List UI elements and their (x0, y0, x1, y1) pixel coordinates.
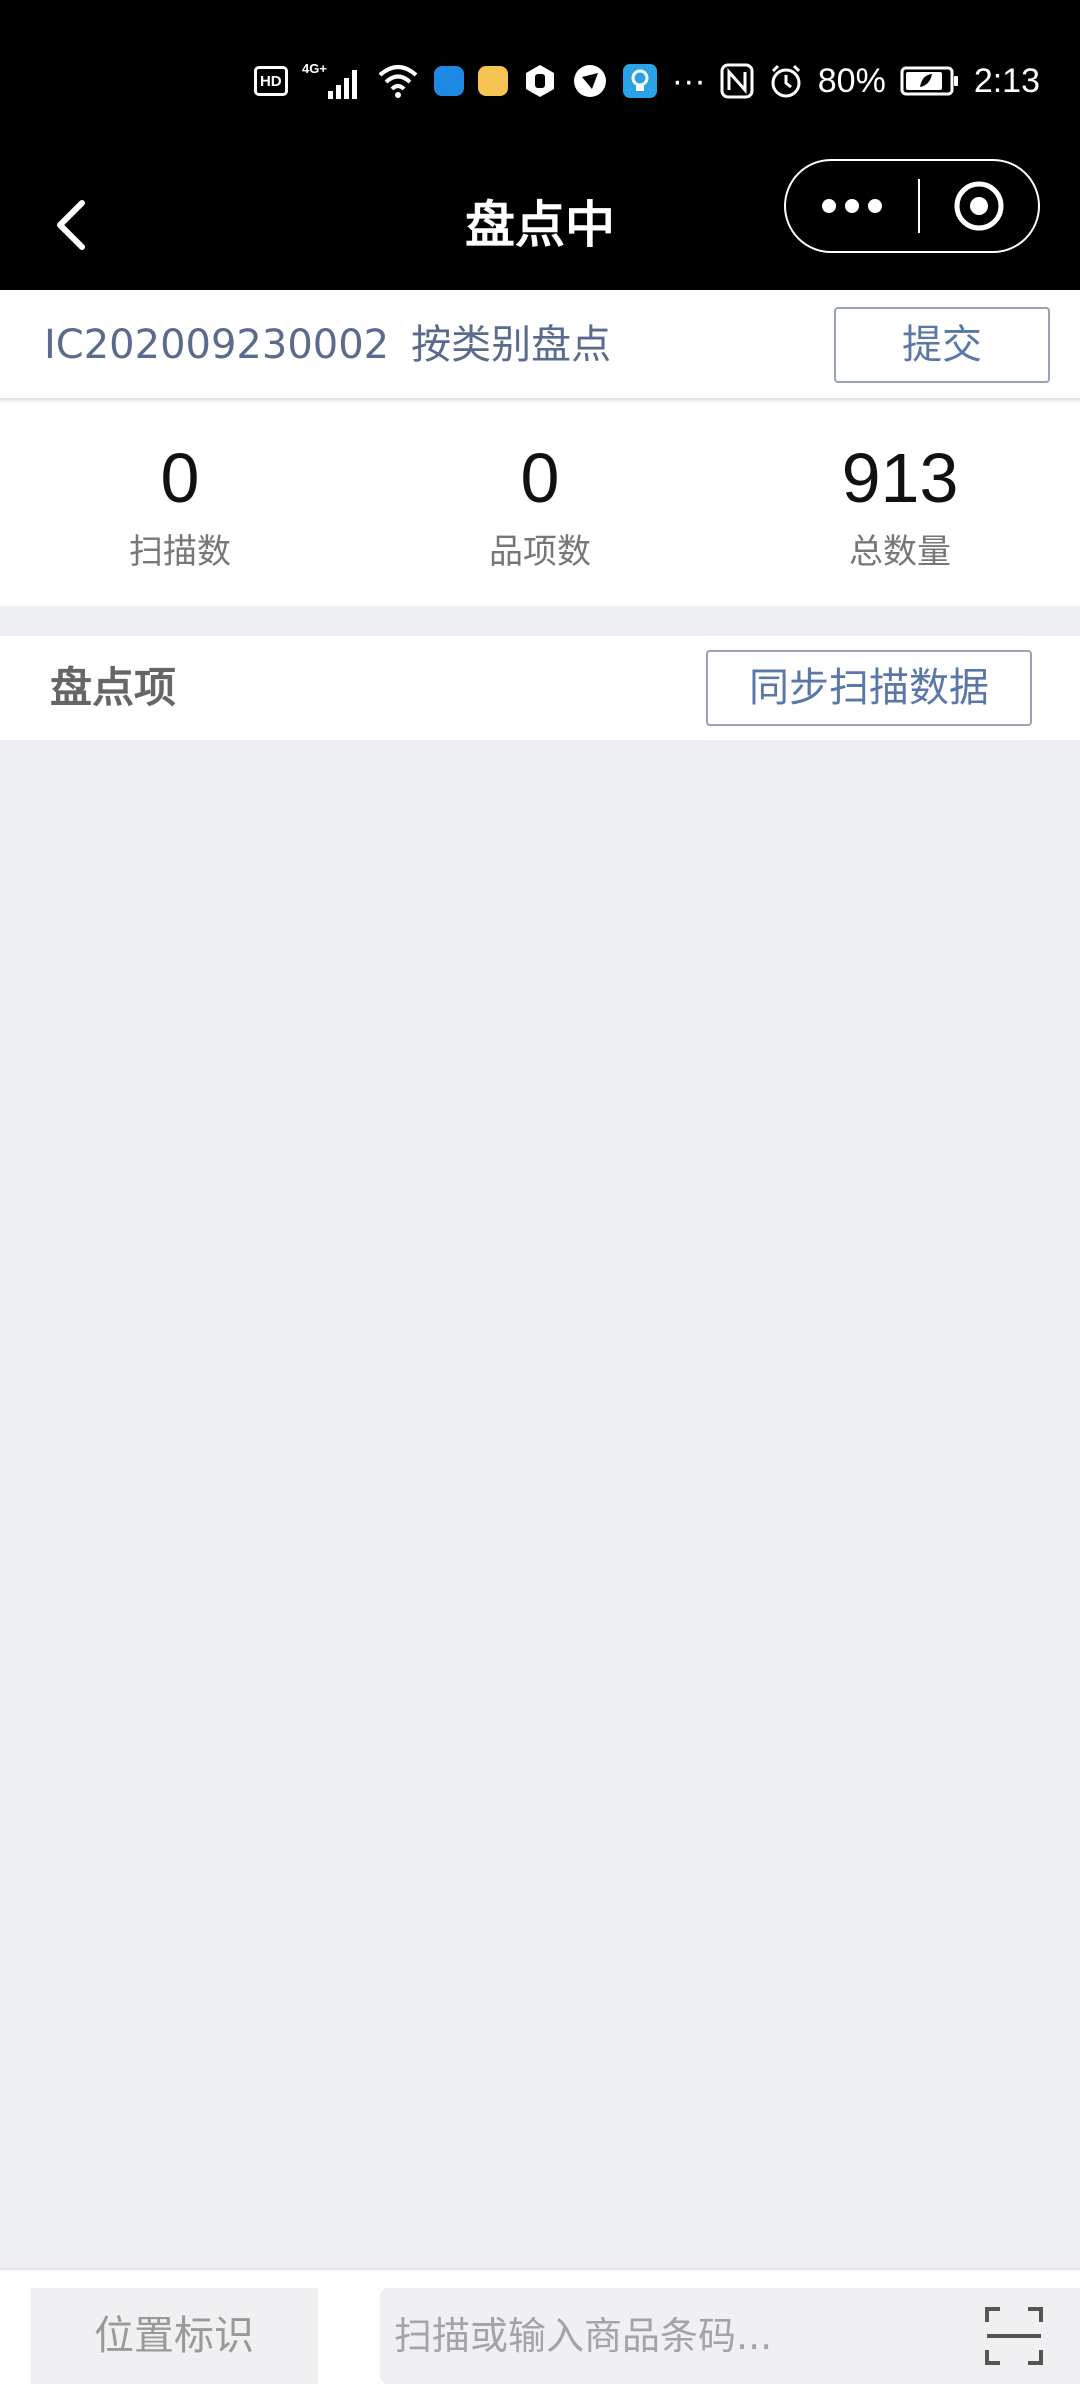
chevron-left-icon (57, 200, 85, 250)
stat-value: 0 (160, 439, 200, 517)
wifi-icon (376, 61, 420, 101)
document-number: IC202009230002 (44, 322, 390, 368)
battery-percent: 80% (817, 61, 886, 100)
stat-scanned: 0 扫描数 (0, 402, 360, 606)
document-info: IC202009230002 按类别盘点 (44, 290, 611, 400)
count-items-header: 盘点项 同步扫描数据 (0, 636, 1080, 740)
stat-label: 总数量 (849, 532, 951, 572)
back-button[interactable] (30, 185, 110, 265)
stat-label: 品项数 (489, 532, 591, 572)
barcode-field (380, 2288, 1080, 2384)
more-menu-button[interactable] (786, 161, 918, 251)
submit-button[interactable]: 提交 (834, 307, 1050, 383)
location-tag-button[interactable]: 位置标识 (30, 2288, 318, 2384)
close-mini-program-button[interactable] (920, 161, 1038, 251)
section-title: 盘点项 (50, 663, 177, 712)
inventory-count-page: HD 4G+ ··· 80% 2:13 盘点中 IC202009230002 按… (0, 0, 1080, 2400)
lightbulb-app-icon (622, 61, 658, 101)
more-dots-icon (822, 199, 836, 213)
count-summary: 0 扫描数 0 品项数 913 总数量 (0, 402, 1080, 606)
scan-button[interactable] (984, 2306, 1044, 2366)
target-circle-icon (954, 181, 1004, 231)
scan-icon (985, 2307, 1043, 2365)
hd-icon: HD (253, 61, 288, 101)
alarm-icon (768, 61, 804, 101)
count-items-list[interactable] (0, 740, 1080, 2268)
signal-icon: 4G+ (302, 61, 362, 101)
clock: 2:13 (973, 61, 1040, 100)
xianyu-notification-icon (477, 61, 508, 101)
stat-value: 0 (520, 439, 560, 517)
stat-item-types: 0 品项数 (360, 402, 720, 606)
more-notifications-indicator: ··· (671, 61, 706, 100)
barcode-input[interactable] (394, 2288, 954, 2384)
stat-label: 扫描数 (129, 532, 231, 572)
nfc-icon (720, 61, 754, 101)
bird-app-icon (572, 61, 608, 101)
stat-value: 913 (841, 439, 959, 517)
sync-scan-data-button[interactable]: 同步扫描数据 (706, 650, 1032, 726)
status-icons: HD 4G+ ··· 80% 2:13 (253, 58, 1040, 104)
shield-hand-icon (522, 61, 558, 101)
bottom-input-bar: 位置标识 (0, 2268, 1080, 2400)
count-mode: 按类别盘点 (411, 322, 612, 368)
status-bar: HD 4G+ ··· 80% 2:13 (0, 0, 1080, 160)
battery-icon (900, 61, 960, 101)
document-header: IC202009230002 按类别盘点 提交 (0, 290, 1080, 400)
stat-total-quantity: 913 总数量 (720, 402, 1080, 606)
mini-program-capsule (784, 159, 1040, 253)
app-notification-icon (433, 61, 464, 101)
network-type-label: 4G+ (302, 61, 327, 76)
